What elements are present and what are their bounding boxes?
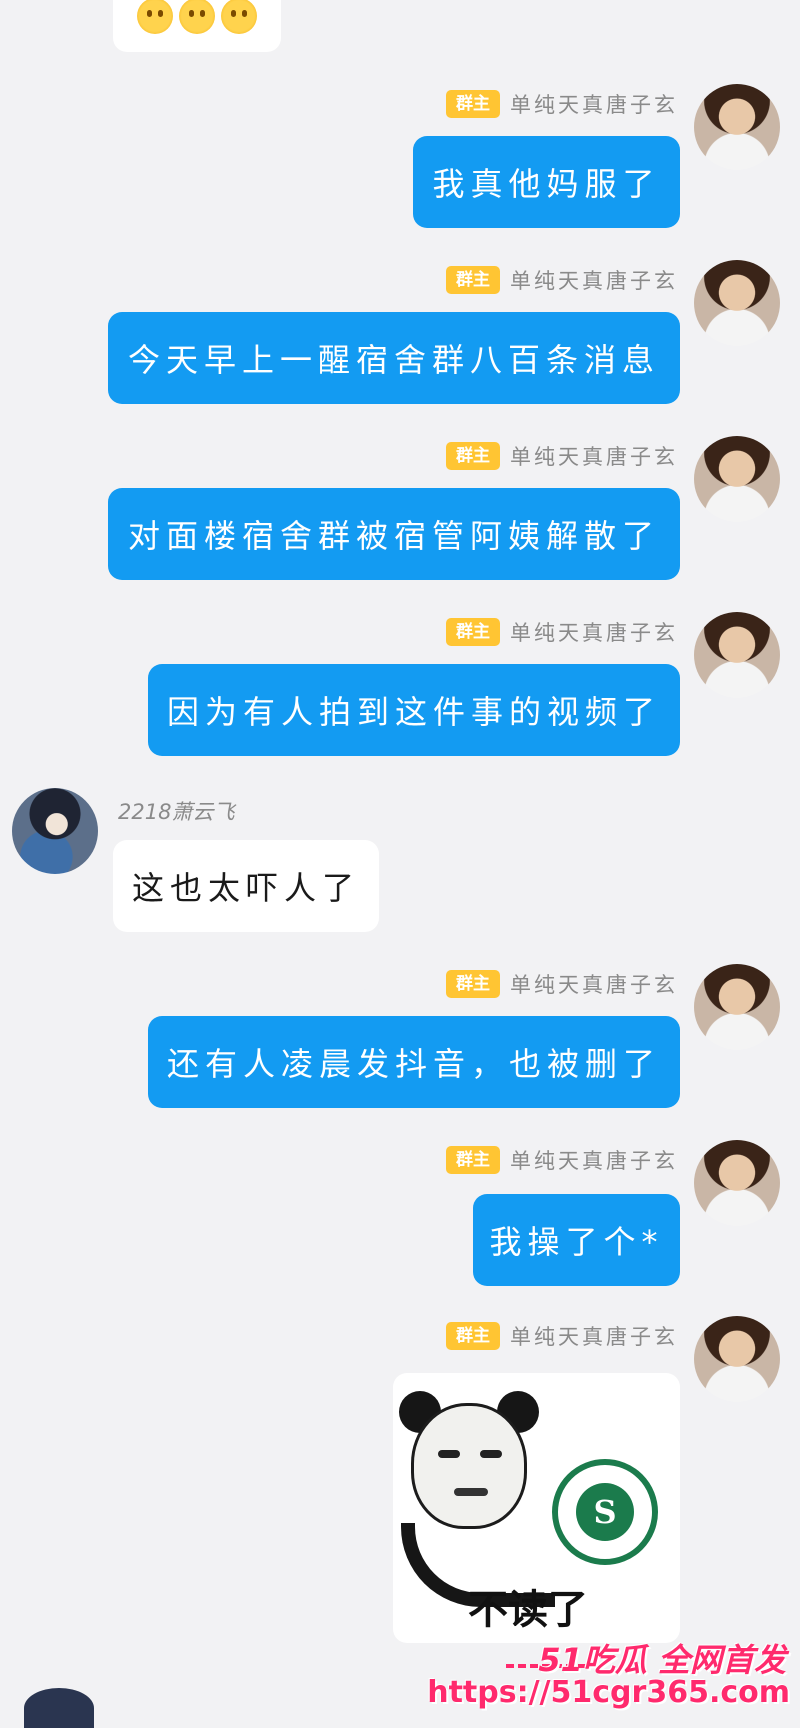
message-bubble[interactable]: 对面楼宿舍群被宿管阿姨解散了 bbox=[108, 488, 680, 580]
avatar[interactable] bbox=[694, 964, 780, 1050]
role-badge: 群主 bbox=[446, 266, 500, 294]
avatar[interactable] bbox=[694, 436, 780, 522]
role-badge: 群主 bbox=[446, 618, 500, 646]
smiley-icon bbox=[137, 0, 173, 34]
role-badge: 群主 bbox=[446, 1146, 500, 1174]
message-meta: 群主 单纯天真唐子玄 bbox=[446, 438, 678, 474]
sender-name: 单纯天真唐子玄 bbox=[510, 269, 678, 293]
panda-meme-face bbox=[411, 1403, 527, 1529]
message-meta: 群主 单纯天真唐子玄 bbox=[446, 1142, 678, 1178]
avatar[interactable] bbox=[24, 1688, 94, 1728]
sender-name: 单纯天真唐子玄 bbox=[510, 621, 678, 645]
image-message[interactable]: S 不读了 bbox=[393, 1373, 680, 1643]
message-bubble[interactable]: 这也太吓人了 bbox=[113, 840, 379, 932]
message-meta: 群主 单纯天真唐子玄 bbox=[446, 86, 678, 122]
sender-name: 单纯天真唐子玄 bbox=[510, 973, 678, 997]
avatar[interactable] bbox=[694, 1316, 780, 1402]
message-bubble[interactable]: 我操了个* bbox=[473, 1194, 680, 1286]
message-bubble[interactable]: 还有人凌晨发抖音，也被删了 bbox=[148, 1016, 680, 1108]
sender-name: 2218萧云飞 bbox=[118, 800, 235, 824]
watermark-url: https://51cgr365.com bbox=[427, 1675, 790, 1710]
university-logo-icon: S bbox=[552, 1459, 658, 1565]
role-badge: 群主 bbox=[446, 1322, 500, 1350]
smiley-icon bbox=[221, 0, 257, 34]
message-meta: 群主 单纯天真唐子玄 bbox=[446, 1318, 678, 1354]
avatar[interactable] bbox=[694, 84, 780, 170]
role-badge: 群主 bbox=[446, 90, 500, 118]
emoji-message-bubble[interactable] bbox=[113, 0, 281, 52]
avatar[interactable] bbox=[694, 1140, 780, 1226]
avatar[interactable] bbox=[12, 788, 98, 874]
smiley-icon bbox=[179, 0, 215, 34]
avatar[interactable] bbox=[694, 260, 780, 346]
avatar[interactable] bbox=[694, 612, 780, 698]
message-meta: 群主 单纯天真唐子玄 bbox=[446, 966, 678, 1002]
sender-name: 单纯天真唐子玄 bbox=[510, 1325, 678, 1349]
message-bubble[interactable]: 我真他妈服了 bbox=[413, 136, 680, 228]
message-meta: 群主 单纯天真唐子玄 bbox=[446, 262, 678, 298]
sender-name: 单纯天真唐子玄 bbox=[510, 93, 678, 117]
sender-name: 单纯天真唐子玄 bbox=[510, 1149, 678, 1173]
message-meta: 群主 单纯天真唐子玄 bbox=[446, 614, 678, 650]
sender-name: 单纯天真唐子玄 bbox=[510, 445, 678, 469]
role-badge: 群主 bbox=[446, 970, 500, 998]
message-bubble[interactable]: 因为有人拍到这件事的视频了 bbox=[148, 664, 680, 756]
image-caption: 不读了 bbox=[468, 1587, 588, 1633]
message-bubble[interactable]: 今天早上一醒宿舍群八百条消息 bbox=[108, 312, 680, 404]
role-badge: 群主 bbox=[446, 442, 500, 470]
